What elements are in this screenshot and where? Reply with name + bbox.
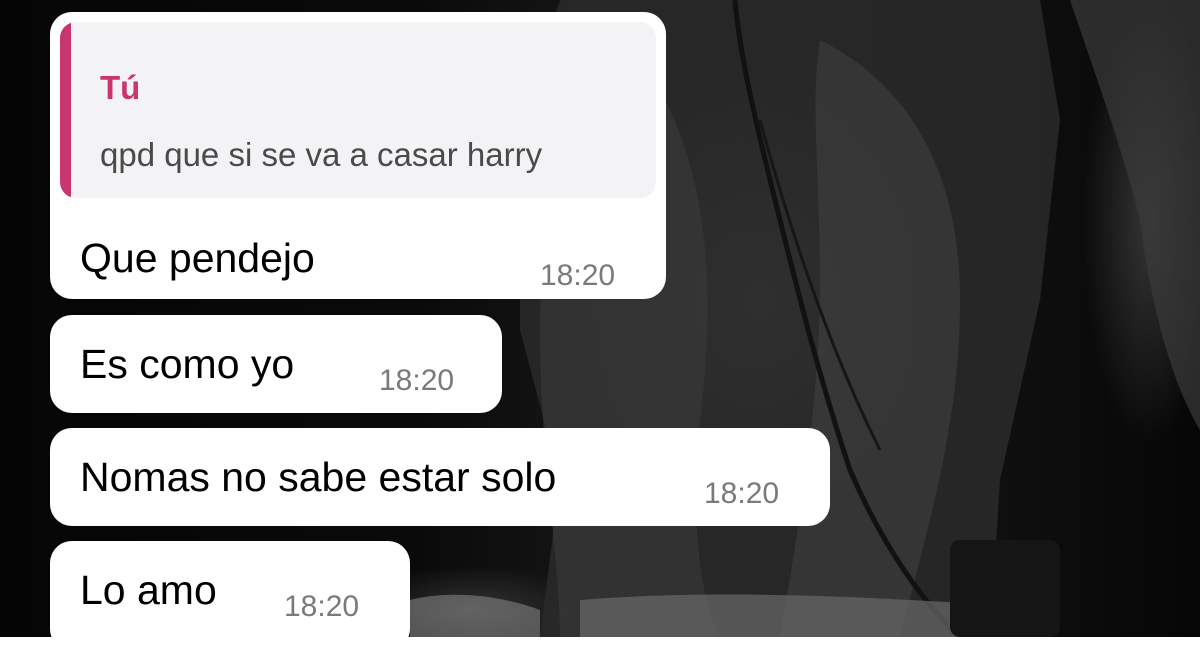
message-text: Que pendejo [80,235,315,281]
message-timestamp: 18:20 [704,477,780,510]
reply-author: Tú [100,69,141,106]
reply-quoted-text: qpd que si se va a casar harry [100,136,543,173]
message-bubble[interactable]: Lo amo 18:20 [50,541,410,651]
reply-accent-bar [60,22,71,198]
message-bubble[interactable]: Nomas no sabe estar solo 18:20 [50,428,830,526]
message-text: Lo amo [80,567,217,613]
message-timestamp: 18:20 [284,590,360,623]
reply-quote[interactable]: Tú qpd que si se va a casar harry [60,22,656,198]
message-timestamp: 18:20 [379,364,455,397]
message-text: Nomas no sabe estar solo [80,454,557,500]
message-bubble-reply[interactable]: Tú qpd que si se va a casar harry Que pe… [50,12,666,299]
message-bubble[interactable]: Es como yo 18:20 [50,315,502,413]
message-text: Es como yo [80,341,295,387]
message-timestamp: 18:20 [540,259,616,292]
